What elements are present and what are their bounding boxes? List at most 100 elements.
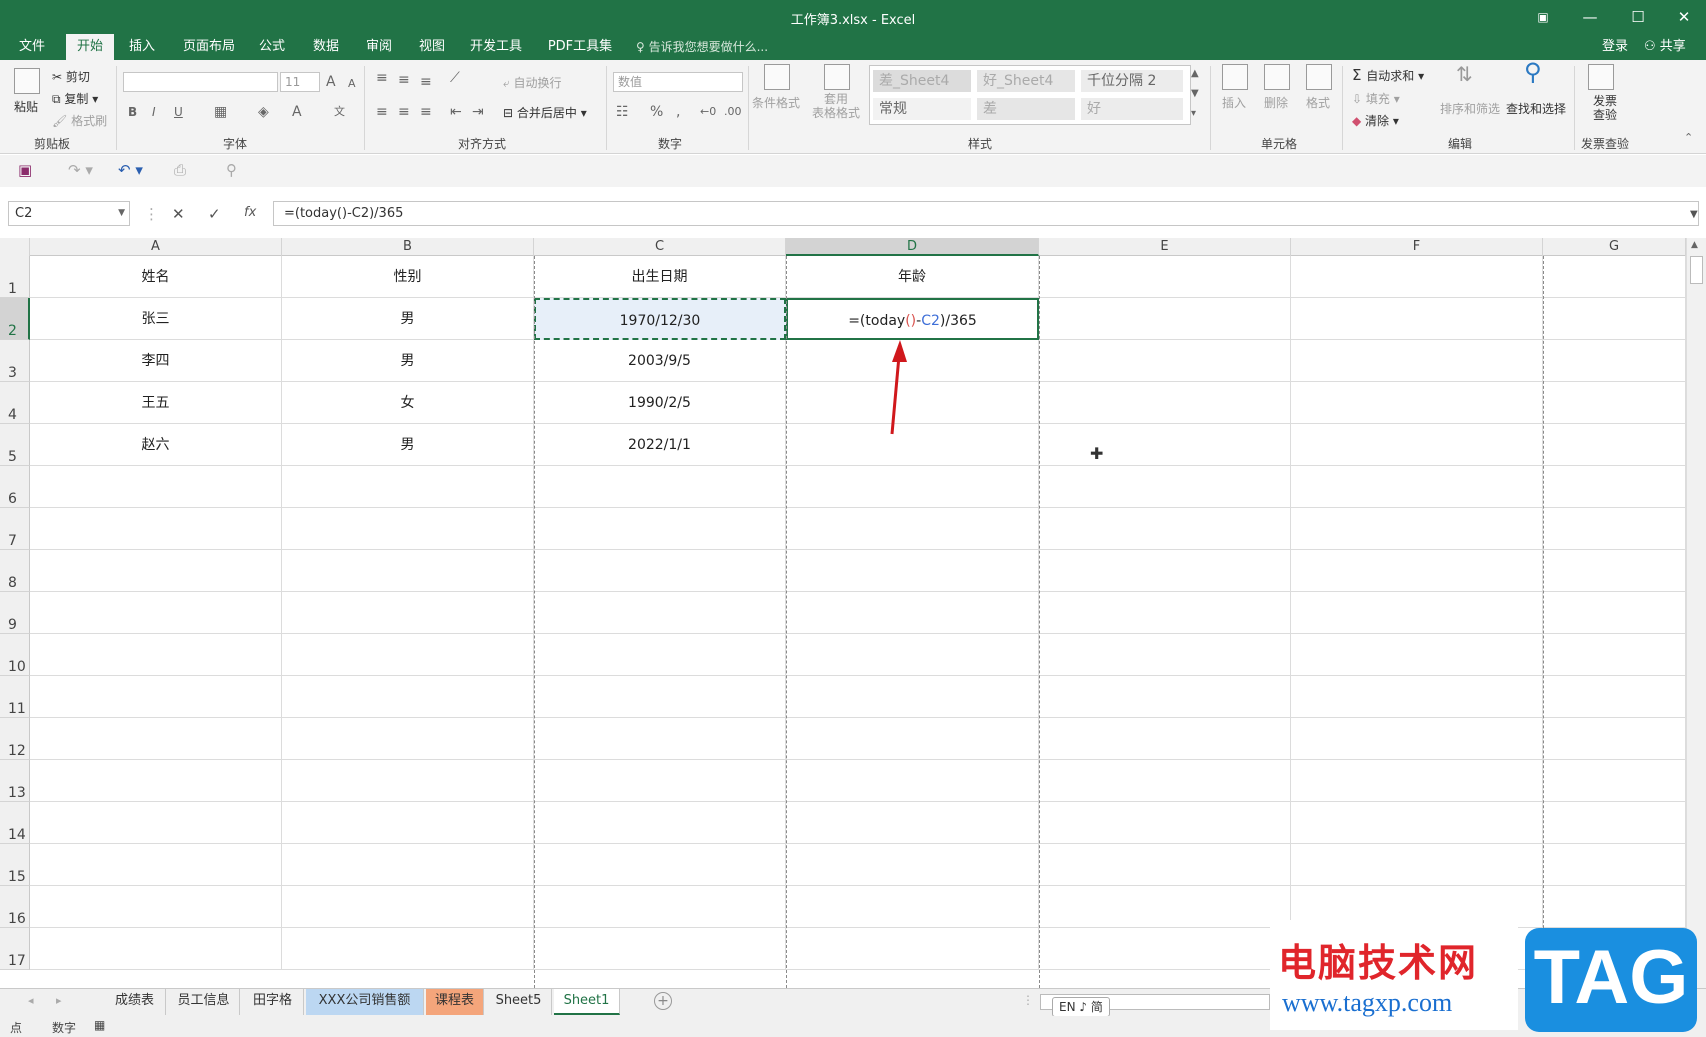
delete-cells-icon[interactable] <box>1264 64 1290 90</box>
increase-font-icon[interactable]: A <box>326 74 336 90</box>
redo-icon[interactable]: ↷ ▾ <box>68 161 93 179</box>
cell-e17[interactable] <box>1039 928 1291 970</box>
cell-d16[interactable] <box>786 886 1039 928</box>
ribbon-display-options-icon[interactable]: ▣ <box>1523 6 1563 28</box>
cell-b13[interactable] <box>282 760 534 802</box>
cell-g6[interactable] <box>1543 466 1686 508</box>
row-header-2[interactable]: 2 <box>0 298 30 340</box>
cell-c5[interactable]: 2022/1/1 <box>534 424 786 466</box>
cell-f8[interactable] <box>1291 550 1543 592</box>
undo-icon[interactable]: ↶ ▾ <box>118 161 143 179</box>
column-header-f[interactable]: F <box>1291 238 1543 256</box>
tab-review[interactable]: 审阅 <box>355 34 403 60</box>
cell-f4[interactable] <box>1291 382 1543 424</box>
cell-d8[interactable] <box>786 550 1039 592</box>
column-header-d[interactable]: D <box>786 238 1039 256</box>
comma-button[interactable]: , <box>676 104 680 120</box>
cell-d9[interactable] <box>786 592 1039 634</box>
name-box-dropdown-icon[interactable]: ▼ <box>118 202 125 225</box>
row-header-13[interactable]: 13 <box>0 760 30 802</box>
minimize-button[interactable]: — <box>1570 6 1610 28</box>
cell-b14[interactable] <box>282 802 534 844</box>
ime-indicator[interactable]: EN ♪ 简 <box>1052 997 1110 1017</box>
style-bad-sheet4[interactable]: 差_Sheet4 <box>873 70 971 92</box>
invoice-icon[interactable] <box>1588 64 1614 90</box>
cell-f5[interactable] <box>1291 424 1543 466</box>
name-box[interactable]: C2 ▼ <box>8 201 130 226</box>
cell-e16[interactable] <box>1039 886 1291 928</box>
cell-g14[interactable] <box>1543 802 1686 844</box>
row-header-9[interactable]: 9 <box>0 592 30 634</box>
cell-g4[interactable] <box>1543 382 1686 424</box>
cell-f14[interactable] <box>1291 802 1543 844</box>
cancel-edit-button[interactable]: ✕ <box>172 205 185 223</box>
tab-page-layout[interactable]: 页面布局 <box>176 34 242 60</box>
cell-a14[interactable] <box>30 802 282 844</box>
formula-bar-options-icon[interactable]: ⋮ <box>144 205 159 223</box>
cell-a17[interactable] <box>30 928 282 970</box>
font-color-icon[interactable]: A <box>292 104 302 120</box>
tab-home[interactable]: 开始 <box>66 34 114 60</box>
cell-b1[interactable]: 性别 <box>282 256 534 298</box>
macro-record-icon[interactable]: ▦ <box>94 1018 105 1032</box>
vertical-scrollbar[interactable]: ▲ <box>1686 238 1706 988</box>
cell-e2[interactable] <box>1039 298 1291 340</box>
cell-g16[interactable] <box>1543 886 1686 928</box>
cell-f2[interactable] <box>1291 298 1543 340</box>
cell-c2[interactable]: 1970/12/30 <box>534 298 786 340</box>
cell-f12[interactable] <box>1291 718 1543 760</box>
delete-cells-button[interactable]: 删除 <box>1264 94 1288 111</box>
paste-button[interactable]: 粘贴 <box>14 98 38 115</box>
align-center-icon[interactable]: ≡ <box>398 104 410 120</box>
invoice-check-button[interactable]: 发票 查验 <box>1590 94 1620 122</box>
style-normal[interactable]: 常规 <box>873 98 971 120</box>
gallery-scroll-down-icon[interactable]: ▼ <box>1191 86 1199 102</box>
column-header-a[interactable]: A <box>30 238 282 256</box>
sheet-tab[interactable]: 成绩表 <box>104 989 166 1015</box>
sheet-prev-icon[interactable]: ◂ <box>28 994 34 1007</box>
increase-indent-icon[interactable]: ⇥ <box>472 104 484 120</box>
cell-g5[interactable] <box>1543 424 1686 466</box>
align-bottom-icon[interactable]: ≡ <box>420 74 432 90</box>
conditional-format-icon[interactable] <box>764 64 790 90</box>
increase-decimal-icon[interactable]: ←0 <box>700 104 716 120</box>
merge-center-button[interactable]: ⊟ 合并后居中 ▾ <box>503 104 587 121</box>
cell-b12[interactable] <box>282 718 534 760</box>
row-header-5[interactable]: 5 <box>0 424 30 466</box>
select-all-corner[interactable] <box>0 238 30 256</box>
cell-e11[interactable] <box>1039 676 1291 718</box>
collapse-ribbon-icon[interactable]: ⌃ <box>1684 130 1693 146</box>
style-bad[interactable]: 差 <box>977 98 1075 120</box>
sheet-tab[interactable]: Sheet5 <box>486 989 552 1015</box>
cell-e14[interactable] <box>1039 802 1291 844</box>
cell-b2[interactable]: 男 <box>282 298 534 340</box>
cell-d7[interactable] <box>786 508 1039 550</box>
row-header-16[interactable]: 16 <box>0 886 30 928</box>
table-format-button[interactable]: 套用 表格格式 <box>806 92 866 120</box>
underline-button[interactable]: U <box>174 104 183 120</box>
cell-c14[interactable] <box>534 802 786 844</box>
cell-c12[interactable] <box>534 718 786 760</box>
scroll-thumb[interactable] <box>1690 256 1703 284</box>
column-header-g[interactable]: G <box>1543 238 1686 256</box>
style-good[interactable]: 好 <box>1081 98 1183 120</box>
currency-icon[interactable]: ☷ <box>616 104 629 120</box>
maximize-button[interactable]: ☐ <box>1618 6 1658 28</box>
format-cells-button[interactable]: 格式 <box>1306 94 1330 111</box>
sheet-tab[interactable]: 课程表 <box>426 989 484 1015</box>
sheet-tab[interactable]: 田字格 <box>242 989 304 1015</box>
cell-g7[interactable] <box>1543 508 1686 550</box>
cell-d6[interactable] <box>786 466 1039 508</box>
cell-c1[interactable]: 出生日期 <box>534 256 786 298</box>
insert-cells-icon[interactable] <box>1222 64 1248 90</box>
cell-a2[interactable]: 张三 <box>30 298 282 340</box>
add-sheet-icon[interactable]: + <box>654 992 672 1010</box>
cell-e13[interactable] <box>1039 760 1291 802</box>
row-header-1[interactable]: 1 <box>0 256 30 298</box>
cell-a13[interactable] <box>30 760 282 802</box>
insert-function-button[interactable]: fx <box>244 205 256 220</box>
cell-g8[interactable] <box>1543 550 1686 592</box>
cell-c10[interactable] <box>534 634 786 676</box>
cell-b6[interactable] <box>282 466 534 508</box>
italic-button[interactable]: I <box>152 104 156 120</box>
